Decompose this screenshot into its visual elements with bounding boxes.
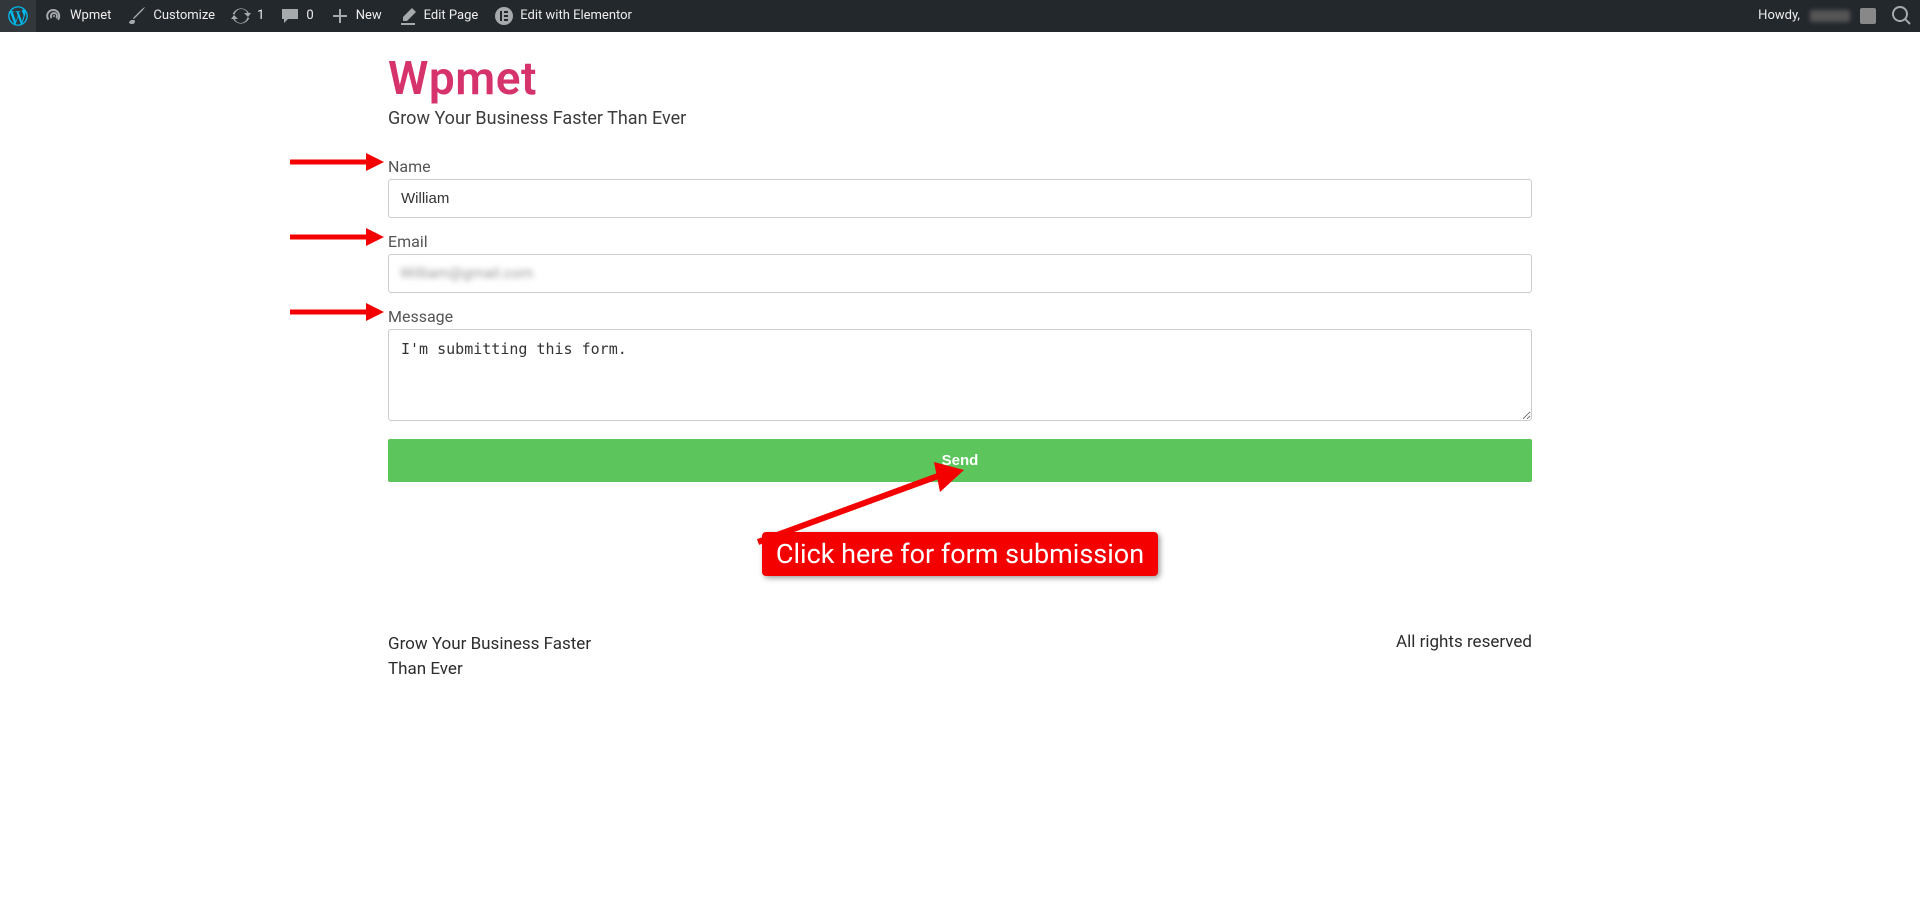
pencil-icon [398, 6, 418, 26]
dashboard-icon [44, 6, 64, 26]
email-label: Email [388, 232, 1532, 251]
edit-page-link[interactable]: Edit Page [390, 0, 487, 32]
new-text: New [356, 0, 382, 32]
updates-link[interactable]: 1 [223, 0, 272, 32]
form-group-message: Message I'm submitting this form. [388, 307, 1532, 425]
site-tagline: Grow Your Business Faster Than Ever [388, 108, 1532, 129]
annotation-arrow-name [288, 151, 384, 173]
user-name-blurred [1810, 10, 1850, 22]
search-toggle[interactable] [1884, 0, 1920, 32]
plus-icon [330, 6, 350, 26]
brush-icon [127, 6, 147, 26]
wp-admin-bar: Wpmet Customize 1 0 [0, 0, 1920, 32]
email-input[interactable] [388, 254, 1532, 293]
search-icon [1892, 6, 1912, 26]
edit-elementor-link[interactable]: Edit with Elementor [486, 0, 640, 32]
form-group-name: Name [388, 157, 1532, 218]
avatar-icon [1860, 8, 1876, 24]
customize-link[interactable]: Customize [119, 0, 223, 32]
site-title: Wpmet [388, 52, 1532, 106]
form-group-email: Email William@gmail.com [388, 232, 1532, 293]
howdy-account[interactable]: Howdy, [1750, 0, 1884, 32]
name-input[interactable] [388, 179, 1532, 218]
name-label: Name [388, 157, 1532, 176]
comments-count: 0 [306, 0, 313, 32]
wordpress-icon [8, 6, 28, 26]
site-name-text: Wpmet [70, 0, 111, 32]
message-textarea[interactable]: I'm submitting this form. [388, 329, 1532, 421]
refresh-icon [231, 6, 251, 26]
howdy-text: Howdy, [1758, 0, 1800, 32]
new-link[interactable]: New [322, 0, 390, 32]
message-label: Message [388, 307, 1532, 326]
footer-left: Grow Your Business Faster Than Ever [388, 632, 628, 681]
site-name-link[interactable]: Wpmet [36, 0, 119, 32]
elementor-icon [494, 6, 514, 26]
comments-link[interactable]: 0 [272, 0, 321, 32]
page-content: Wpmet Grow Your Business Faster Than Eve… [388, 52, 1532, 681]
customize-text: Customize [153, 0, 215, 32]
updates-count: 1 [257, 0, 264, 32]
comment-icon [280, 6, 300, 26]
edit-page-text: Edit Page [424, 0, 479, 32]
wp-logo[interactable] [0, 0, 36, 32]
footer-right: All rights reserved [1396, 632, 1532, 652]
annotation-arrow-email [288, 226, 384, 248]
edit-elementor-text: Edit with Elementor [520, 0, 632, 32]
annotation-arrow-message [288, 301, 384, 323]
footer: Grow Your Business Faster Than Ever All … [388, 632, 1532, 681]
